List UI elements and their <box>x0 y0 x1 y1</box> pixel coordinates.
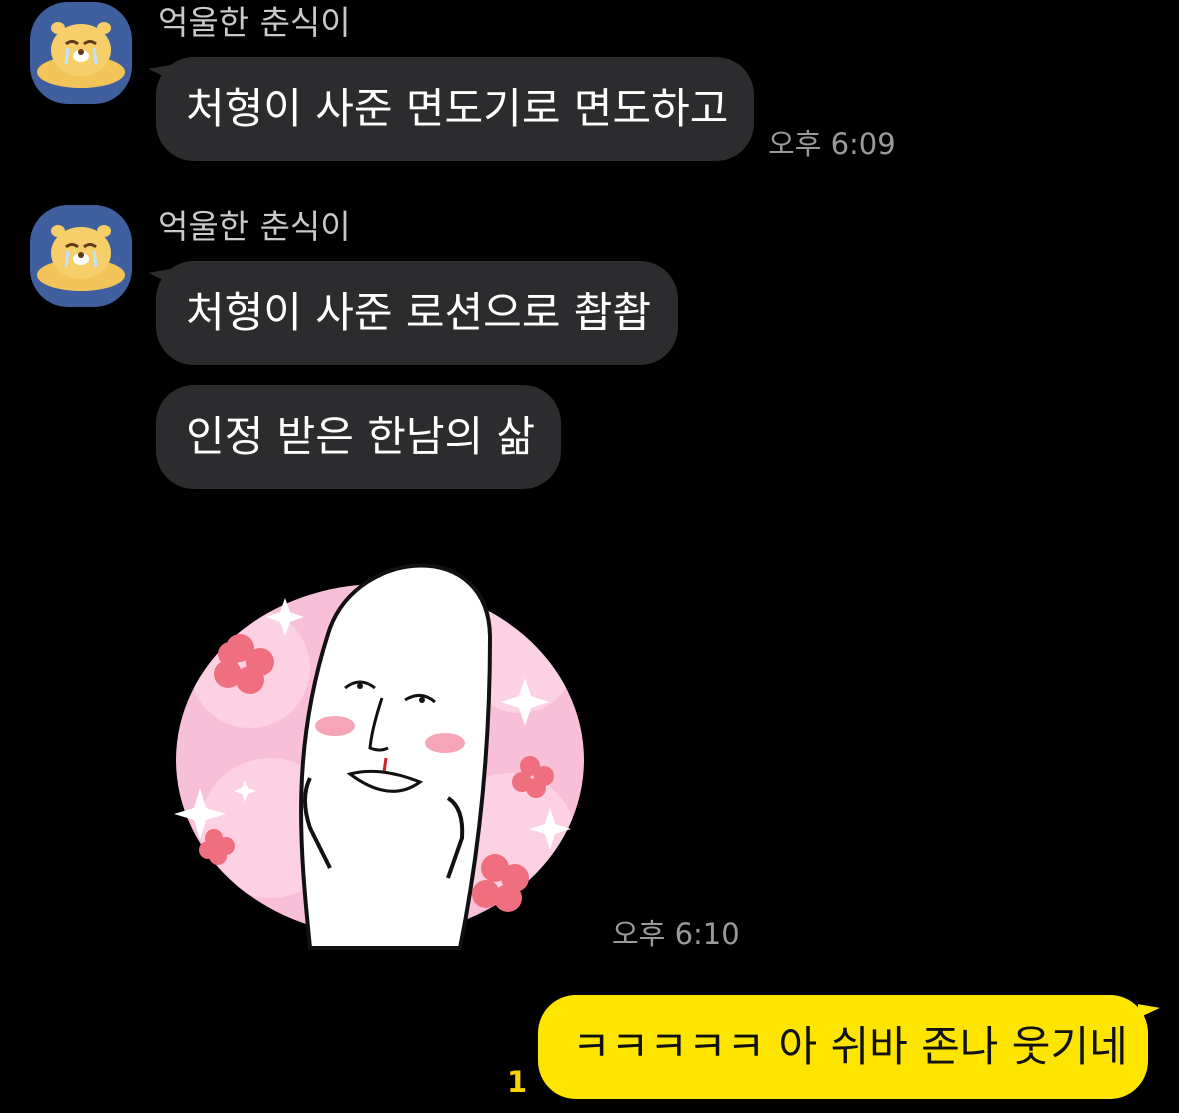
blushing-face-sticker-icon[interactable] <box>170 548 590 956</box>
unread-count-badge: 1 <box>507 1065 528 1099</box>
message-bubble[interactable]: 처형이 사준 로션으로 촵촵 <box>156 261 678 365</box>
sender-avatar[interactable] <box>30 205 132 307</box>
my-message-bubble[interactable]: ㅋㅋㅋㅋㅋ 아 쉬바 존나 웃기네 <box>538 995 1148 1099</box>
sender-name: 억울한 춘식이 <box>158 3 351 42</box>
choonsik-avatar-icon <box>37 22 125 88</box>
message-time: 오후 6:10 <box>612 917 740 951</box>
sender-name: 억울한 춘식이 <box>158 207 351 246</box>
message-bubble[interactable]: 처형이 사준 면도기로 면도하고 <box>156 57 754 161</box>
message-time: 오후 6:09 <box>768 127 896 161</box>
message-bubble[interactable]: 인정 받은 한남의 삶 <box>156 385 561 489</box>
choonsik-avatar-icon <box>37 225 125 291</box>
sender-avatar[interactable] <box>30 2 132 104</box>
